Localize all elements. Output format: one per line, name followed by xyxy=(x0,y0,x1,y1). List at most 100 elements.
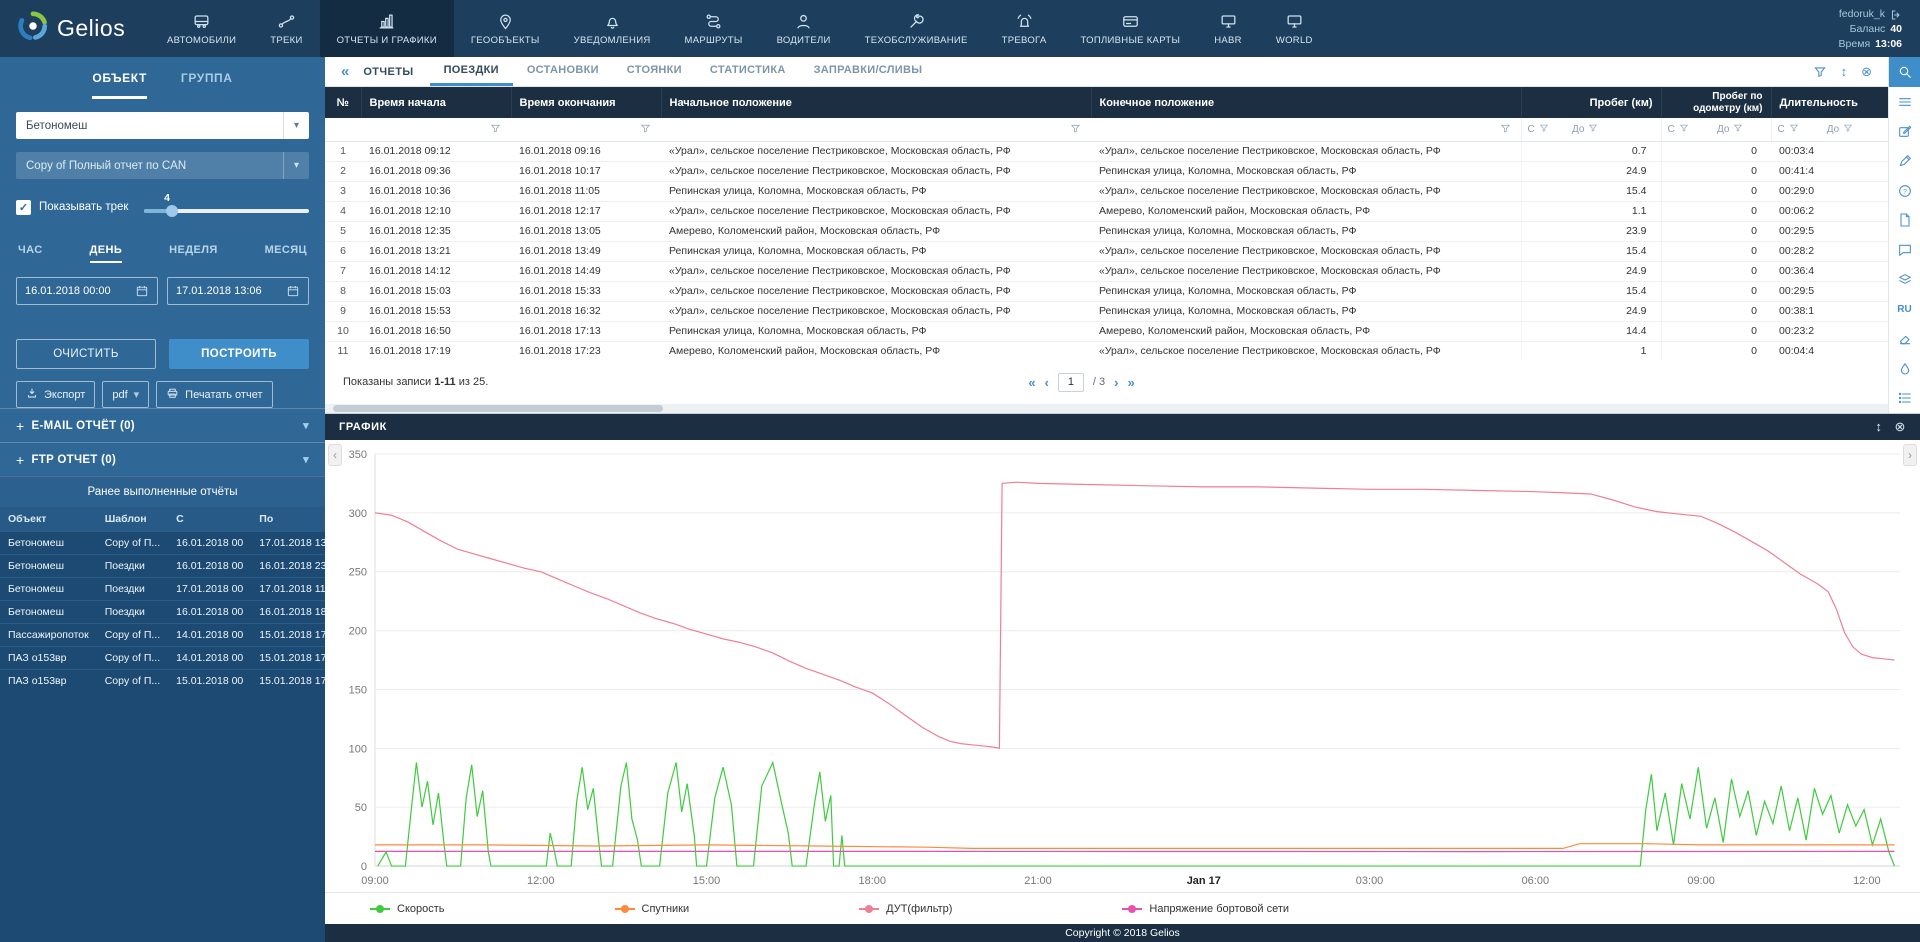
nav-fuel-cards[interactable]: ТОПЛИВНЫЕ КАРТЫ xyxy=(1063,0,1197,57)
date-to-input[interactable]: 17.01.2018 13:06 xyxy=(167,277,309,305)
eraser-icon[interactable] xyxy=(1889,324,1920,354)
filter-mileage-to[interactable]: До xyxy=(1566,118,1661,141)
date-from-input[interactable]: 16.01.2018 00:00 xyxy=(16,277,158,305)
filter-mileage-from[interactable]: С xyxy=(1521,118,1566,141)
period-tab-month[interactable]: МЕСЯЦ xyxy=(265,244,307,263)
history-row[interactable]: БетономешПоездки16.01.2018 0016.01.2018 … xyxy=(0,555,334,578)
legend-item[interactable]: ДУТ(фильтр) xyxy=(859,903,952,915)
legend-item[interactable]: Спутники xyxy=(615,903,690,915)
report-row[interactable]: 416.01.2018 12:1016.01.2018 12:17«Урал»,… xyxy=(325,201,1888,221)
lang-ru-badge[interactable]: RU xyxy=(1889,294,1920,324)
report-row[interactable]: 316.01.2018 10:3616.01.2018 11:05Репинск… xyxy=(325,181,1888,201)
legend-item[interactable]: Скорость xyxy=(370,903,445,915)
tab-refuels[interactable]: ЗАПРАВКИ/СЛИВЫ xyxy=(800,57,937,86)
history-row[interactable]: БетономешПоездки17.01.2018 0017.01.2018 … xyxy=(0,578,334,601)
nav-world[interactable]: WORLD xyxy=(1259,0,1330,57)
nav-drivers[interactable]: ВОДИТЕЛИ xyxy=(760,0,848,57)
first-page-icon[interactable]: « xyxy=(1028,375,1035,390)
report-row[interactable]: 216.01.2018 09:3616.01.2018 10:17«Урал»,… xyxy=(325,161,1888,181)
period-tab-hour[interactable]: ЧАС xyxy=(18,244,43,263)
nav-geoobjects[interactable]: ГЕООБЪЕКТЫ xyxy=(454,0,557,57)
search-icon[interactable] xyxy=(1889,57,1920,87)
history-row[interactable]: БетономешCopy of П...16.01.2018 0017.01.… xyxy=(0,532,334,555)
report-row[interactable]: 116.01.2018 09:1216.01.2018 09:16«Урал»,… xyxy=(325,141,1888,161)
close-chart-icon[interactable]: ⊗ xyxy=(1895,419,1907,435)
filter-odometer-to[interactable]: До xyxy=(1711,118,1771,141)
nav-maintenance[interactable]: ТЕХОБСЛУЖИВАНИЕ xyxy=(848,0,985,57)
prev-page-icon[interactable]: ‹ xyxy=(1045,375,1049,390)
filter-start[interactable] xyxy=(361,118,511,141)
export-button[interactable]: Экспорт xyxy=(16,381,95,408)
close-panel-icon[interactable]: ⊗ xyxy=(1861,64,1872,80)
tab-parkings[interactable]: СТОЯНКИ xyxy=(613,57,696,86)
scrollbar-thumb[interactable] xyxy=(333,405,663,412)
legend-item[interactable]: Напряжение бортовой сети xyxy=(1122,903,1289,915)
col-mileage[interactable]: Пробег (км) xyxy=(1521,87,1661,118)
draw-icon[interactable] xyxy=(1889,146,1920,176)
filter-end[interactable] xyxy=(511,118,661,141)
email-report-section[interactable]: + E-MAIL ОТЧЁТ (0) ▾ xyxy=(0,408,325,442)
edit-area-icon[interactable] xyxy=(1889,116,1920,146)
nav-notifications[interactable]: УВЕДОМЛЕНИЯ xyxy=(557,0,668,57)
nav-tracks[interactable]: ТРЕКИ xyxy=(253,0,319,57)
show-track-checkbox[interactable]: ✓ Показывать трек xyxy=(16,200,128,215)
report-row[interactable]: 1116.01.2018 17:1916.01.2018 17:23Амерев… xyxy=(325,341,1888,360)
resize-chart-icon[interactable]: ↕ xyxy=(1875,419,1882,435)
logo[interactable]: Gelios xyxy=(0,0,150,57)
col-end[interactable]: Время окончания xyxy=(511,87,661,118)
filter-to[interactable] xyxy=(1091,118,1521,141)
report-row[interactable]: 816.01.2018 15:0316.01.2018 15:33«Урал»,… xyxy=(325,281,1888,301)
menu-icon[interactable] xyxy=(1889,87,1920,117)
template-select[interactable]: Copy of Полный отчет по CAN ▾ xyxy=(16,152,309,179)
col-duration[interactable]: Длительность xyxy=(1771,87,1888,118)
tab-trips[interactable]: ПОЕЗДКИ xyxy=(430,57,513,86)
col-odometer[interactable]: Пробег по одометру (км) xyxy=(1661,87,1771,118)
history-row[interactable]: ПАЗ о153врCopy of П...15.01.2018 0015.01… xyxy=(0,670,334,693)
report-row[interactable]: 1016.01.2018 16:5016.01.2018 17:13Репинс… xyxy=(325,321,1888,341)
document-icon[interactable] xyxy=(1889,205,1920,235)
col-to[interactable]: Конечное положение xyxy=(1091,87,1521,118)
object-select[interactable]: Бетономеш ▾ xyxy=(16,112,309,139)
filter-odometer-from[interactable]: С xyxy=(1661,118,1711,141)
page-input[interactable]: 1 xyxy=(1058,373,1084,392)
filter-duration-from[interactable]: СДо xyxy=(1771,118,1888,141)
tab-stops[interactable]: ОСТАНОВКИ xyxy=(513,57,613,86)
filter-from[interactable] xyxy=(661,118,1091,141)
filter-icon[interactable] xyxy=(1813,65,1827,79)
nav-alarm[interactable]: ТРЕВОГА xyxy=(985,0,1064,57)
chart-pan-right[interactable]: › xyxy=(1903,444,1917,466)
drop-icon[interactable] xyxy=(1889,354,1920,384)
nav-habr[interactable]: HABR xyxy=(1197,0,1259,57)
report-row[interactable]: 916.01.2018 15:5316.01.2018 16:32«Урал»,… xyxy=(325,301,1888,321)
nav-vehicles[interactable]: АВТОМОБИЛИ xyxy=(150,0,253,57)
ftp-report-section[interactable]: + FTP ОТЧЕТ (0) ▾ xyxy=(0,442,325,476)
export-format-select[interactable]: pdf ▾ xyxy=(102,381,149,408)
period-tab-day[interactable]: ДЕНЬ xyxy=(90,244,123,263)
help-icon[interactable]: ? xyxy=(1889,176,1920,206)
col-from[interactable]: Начальное положение xyxy=(661,87,1091,118)
tab-object[interactable]: ОБЪЕКТ xyxy=(92,71,147,99)
report-row[interactable]: 516.01.2018 12:3516.01.2018 13:05Амерево… xyxy=(325,221,1888,241)
last-page-icon[interactable]: » xyxy=(1128,375,1135,390)
print-button[interactable]: Печатать отчет xyxy=(156,381,272,408)
slider-handle[interactable] xyxy=(166,205,178,217)
next-page-icon[interactable]: › xyxy=(1114,375,1118,390)
layers-icon[interactable] xyxy=(1889,265,1920,295)
report-row[interactable]: 616.01.2018 13:2116.01.2018 13:49Репинск… xyxy=(325,241,1888,261)
resize-panel-icon[interactable]: ↕ xyxy=(1841,64,1848,79)
period-tab-week[interactable]: НЕДЕЛЯ xyxy=(169,244,217,263)
tab-group[interactable]: ГРУППА xyxy=(181,71,233,99)
list-icon[interactable] xyxy=(1889,383,1920,413)
nav-reports[interactable]: ОТЧЕТЫ И ГРАФИКИ xyxy=(320,0,454,57)
history-row[interactable]: БетономешПоездки16.01.2018 0016.01.2018 … xyxy=(0,601,334,624)
report-row[interactable]: 716.01.2018 14:1216.01.2018 14:49«Урал»,… xyxy=(325,261,1888,281)
horizontal-scrollbar[interactable] xyxy=(325,404,1888,413)
build-button[interactable]: ПОСТРОИТЬ xyxy=(169,339,309,369)
history-row[interactable]: ПассажиропотокCopy of П...14.01.2018 001… xyxy=(0,624,334,647)
logout-icon[interactable] xyxy=(1890,9,1902,21)
collapse-panel-icon[interactable]: « xyxy=(335,63,355,80)
user-menu[interactable]: fedoruk_k xyxy=(1839,7,1902,22)
chat-icon[interactable] xyxy=(1889,235,1920,265)
col-num[interactable]: № xyxy=(325,87,361,118)
track-width-slider[interactable]: 4 xyxy=(144,194,309,220)
